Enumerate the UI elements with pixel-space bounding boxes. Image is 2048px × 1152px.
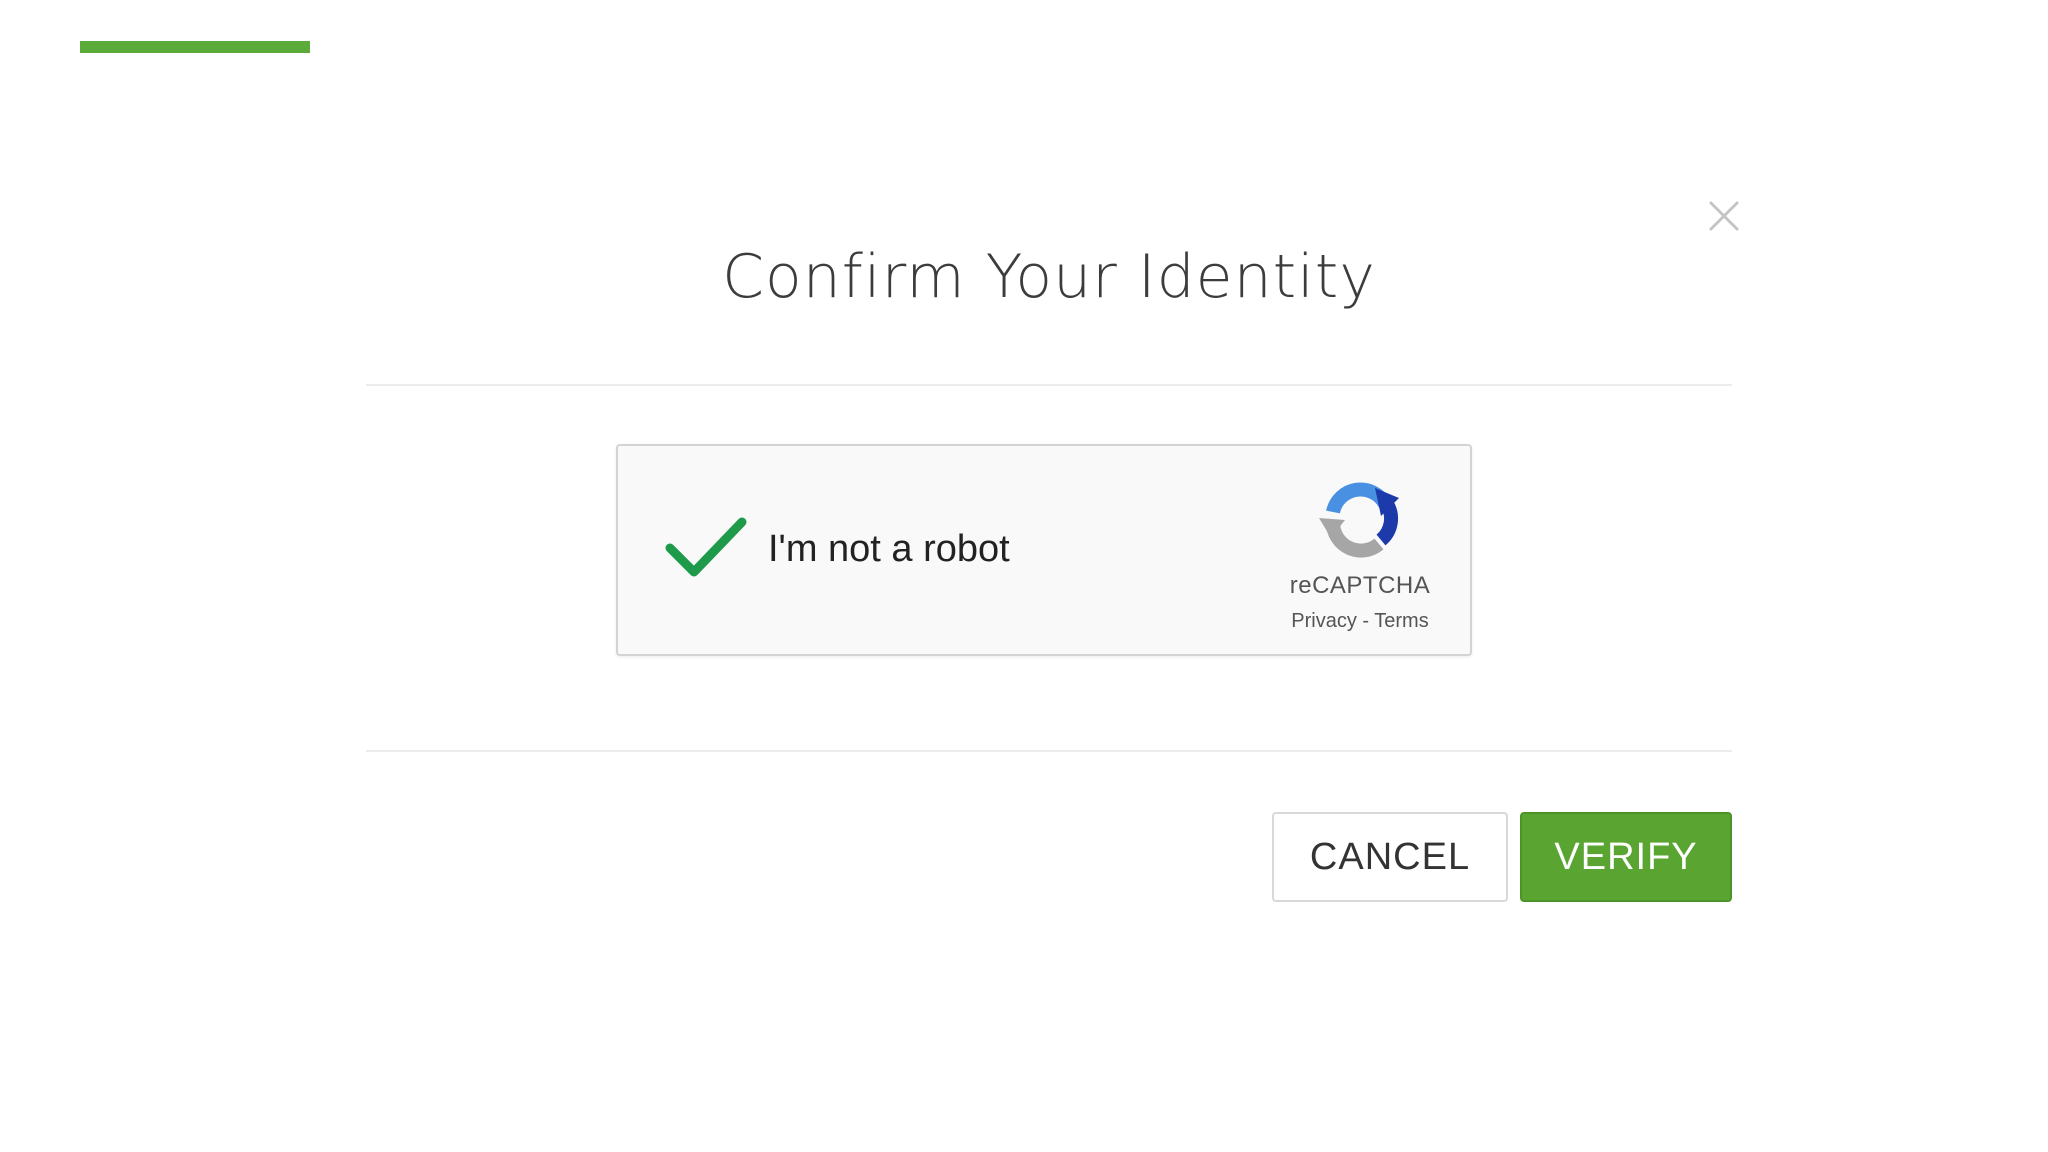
close-icon: [1709, 201, 1739, 231]
links-separator: -: [1356, 610, 1375, 632]
verify-button[interactable]: VERIFY: [1520, 812, 1732, 902]
dialog-title: Confirm Your Identity: [722, 242, 1376, 312]
footer-divider: [366, 750, 1732, 752]
terms-link[interactable]: Terms: [1374, 610, 1428, 632]
confirm-identity-dialog: Confirm Your Identity I'm not a robot re…: [366, 180, 1739, 920]
recaptcha-label: I'm not a robot: [768, 528, 1010, 570]
recaptcha-brand-text: reCAPTCHA: [1289, 572, 1431, 599]
cancel-button[interactable]: CANCEL: [1272, 812, 1508, 902]
close-button[interactable]: [1702, 194, 1746, 238]
recaptcha-links: Privacy - Terms: [1280, 610, 1440, 633]
privacy-link[interactable]: Privacy: [1291, 610, 1357, 632]
checkmark-icon: [665, 517, 747, 577]
recaptcha-widget: I'm not a robot reCAPTCHA Privacy - Term…: [616, 444, 1472, 656]
page: Confirm Your Identity I'm not a robot re…: [0, 0, 2048, 1152]
recaptcha-logo-icon: [1319, 482, 1399, 558]
recaptcha-branding: reCAPTCHA Privacy - Terms: [1280, 474, 1440, 633]
recaptcha-checkbox[interactable]: [664, 514, 748, 584]
header-divider: [366, 384, 1732, 386]
accent-bar: [80, 41, 310, 53]
